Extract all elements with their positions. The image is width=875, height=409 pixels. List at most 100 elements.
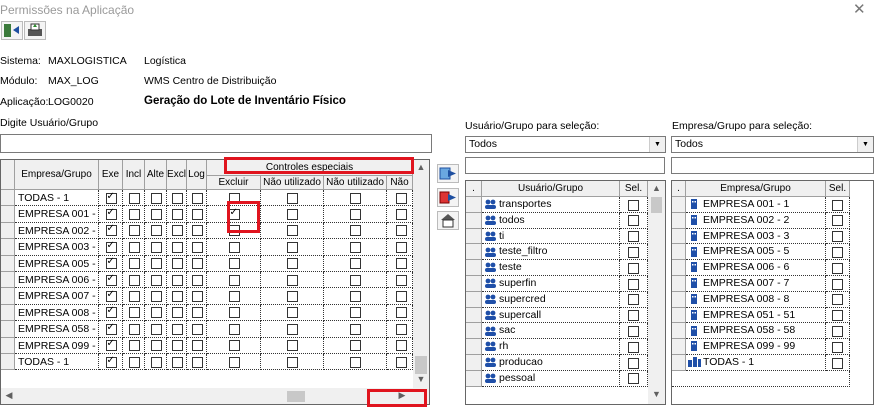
list-item[interactable]: EMPRESA 006 - 6: [686, 260, 826, 276]
special-checkbox[interactable]: [396, 225, 407, 237]
permission-checkbox[interactable]: [105, 223, 117, 237]
special-checkbox[interactable]: [228, 323, 240, 335]
special-checkbox[interactable]: [350, 340, 361, 352]
col-incl[interactable]: Incl: [123, 160, 145, 190]
permission-checkbox[interactable]: [128, 290, 140, 302]
special-checkbox[interactable]: [350, 323, 361, 335]
permission-checkbox[interactable]: [105, 338, 117, 352]
special-col-2[interactable]: Não utilizado: [324, 176, 387, 190]
permission-checkbox[interactable]: [128, 258, 140, 270]
user-select-checkbox[interactable]: [628, 278, 639, 290]
permission-checkbox[interactable]: [150, 208, 162, 220]
user-select-checkbox[interactable]: [628, 341, 639, 353]
permission-checkbox[interactable]: [191, 340, 203, 352]
permission-checkbox[interactable]: [105, 273, 117, 286]
col-empresa-grupo[interactable]: Empresa/Grupo: [15, 160, 99, 190]
special-checkbox[interactable]: [396, 307, 407, 319]
list-item[interactable]: supercred: [482, 291, 620, 308]
special-checkbox[interactable]: [396, 208, 407, 220]
permission-checkbox[interactable]: [150, 290, 162, 302]
permission-checkbox[interactable]: [150, 225, 162, 237]
permission-checkbox[interactable]: [128, 208, 140, 220]
list-item[interactable]: EMPRESA 099 - 99: [686, 339, 826, 355]
permission-checkbox[interactable]: [150, 258, 162, 270]
col-log[interactable]: Log: [187, 160, 207, 190]
col-sel[interactable]: Sel.: [620, 181, 648, 197]
empresa-select-checkbox[interactable]: [832, 246, 843, 258]
special-checkbox[interactable]: [228, 356, 240, 368]
list-item[interactable]: EMPRESA 007 - 7: [686, 276, 826, 292]
special-checkbox[interactable]: [287, 208, 298, 220]
scrollbar-thumb[interactable]: [415, 356, 427, 374]
permission-checkbox[interactable]: [171, 192, 183, 204]
permission-checkbox[interactable]: [105, 191, 117, 204]
special-checkbox[interactable]: [287, 225, 298, 237]
special-checkbox[interactable]: [396, 356, 407, 368]
permission-checkbox[interactable]: [191, 323, 203, 335]
special-checkbox[interactable]: [350, 225, 361, 237]
copy-button[interactable]: [437, 211, 459, 230]
permission-checkbox[interactable]: [150, 356, 162, 368]
list-item[interactable]: transportes: [482, 197, 620, 213]
permission-checkbox[interactable]: [105, 322, 117, 335]
permission-checkbox[interactable]: [128, 307, 140, 319]
users-search-input[interactable]: [465, 157, 665, 174]
scroll-up-icon[interactable]: ▲: [648, 183, 665, 195]
user-select-checkbox[interactable]: [628, 294, 639, 306]
empresa-select-checkbox[interactable]: [832, 278, 843, 290]
empresa-select-checkbox[interactable]: [832, 310, 843, 322]
user-select-checkbox[interactable]: [628, 231, 639, 243]
permission-checkbox[interactable]: [171, 307, 183, 319]
special-checkbox[interactable]: [350, 258, 361, 270]
remove-user-button[interactable]: [437, 188, 459, 207]
user-select-checkbox[interactable]: [628, 215, 639, 227]
permission-checkbox[interactable]: [171, 208, 183, 220]
list-item[interactable]: EMPRESA 001 - 1: [686, 197, 826, 213]
special-checkbox[interactable]: [396, 241, 407, 253]
special-col-3[interactable]: Não: [387, 176, 413, 190]
list-item[interactable]: teste_filtro: [482, 244, 620, 261]
empresa-select-checkbox[interactable]: [832, 262, 843, 274]
permission-checkbox[interactable]: [105, 305, 117, 319]
col-empresa-grupo[interactable]: Empresa/Grupo: [686, 181, 826, 197]
print-button[interactable]: [24, 21, 46, 40]
special-checkbox[interactable]: [287, 290, 298, 302]
permission-checkbox[interactable]: [105, 207, 117, 220]
list-item[interactable]: EMPRESA 058 - 58: [686, 323, 826, 340]
vertical-scrollbar[interactable]: [413, 160, 429, 388]
list-item[interactable]: EMPRESA 051 - 51: [686, 307, 826, 324]
special-checkbox[interactable]: [228, 340, 240, 352]
permission-checkbox[interactable]: [150, 192, 162, 204]
scroll-left-icon[interactable]: ◀: [3, 390, 15, 402]
empresa-select-checkbox[interactable]: [832, 341, 843, 353]
special-checkbox[interactable]: [350, 241, 361, 253]
list-item[interactable]: producao: [482, 355, 620, 371]
permission-checkbox[interactable]: [171, 290, 183, 302]
user-select-checkbox[interactable]: [628, 246, 639, 258]
chevron-down-icon[interactable]: ▼: [857, 137, 873, 152]
permission-checkbox[interactable]: [150, 274, 162, 286]
special-checkbox[interactable]: [287, 340, 298, 352]
permission-checkbox[interactable]: [191, 307, 203, 319]
list-item[interactable]: sac: [482, 323, 620, 340]
empresa-select-checkbox[interactable]: [832, 199, 843, 211]
list-item[interactable]: supercall: [482, 307, 620, 324]
user-select-checkbox[interactable]: [628, 373, 639, 385]
list-item[interactable]: EMPRESA 005 - 5: [686, 244, 826, 261]
scroll-up-icon[interactable]: ▲: [413, 162, 429, 174]
list-item[interactable]: EMPRESA 002 - 2: [686, 212, 826, 229]
list-item[interactable]: rh: [482, 339, 620, 355]
scroll-down-icon[interactable]: ▼: [413, 374, 429, 386]
permission-checkbox[interactable]: [105, 289, 117, 302]
permission-checkbox[interactable]: [191, 241, 203, 253]
permission-checkbox[interactable]: [105, 355, 117, 368]
users-filter-select[interactable]: Todos ▼: [465, 136, 666, 153]
user-select-checkbox[interactable]: [628, 357, 639, 369]
scroll-down-icon[interactable]: ▼: [648, 389, 665, 401]
permission-checkbox[interactable]: [150, 241, 162, 253]
col-usuario-grupo[interactable]: Usuário/Grupo: [482, 181, 620, 197]
special-checkbox[interactable]: [228, 290, 240, 302]
special-col-1[interactable]: Não utilizado: [261, 176, 324, 190]
permission-checkbox[interactable]: [150, 340, 162, 352]
chevron-down-icon[interactable]: ▼: [649, 137, 665, 152]
